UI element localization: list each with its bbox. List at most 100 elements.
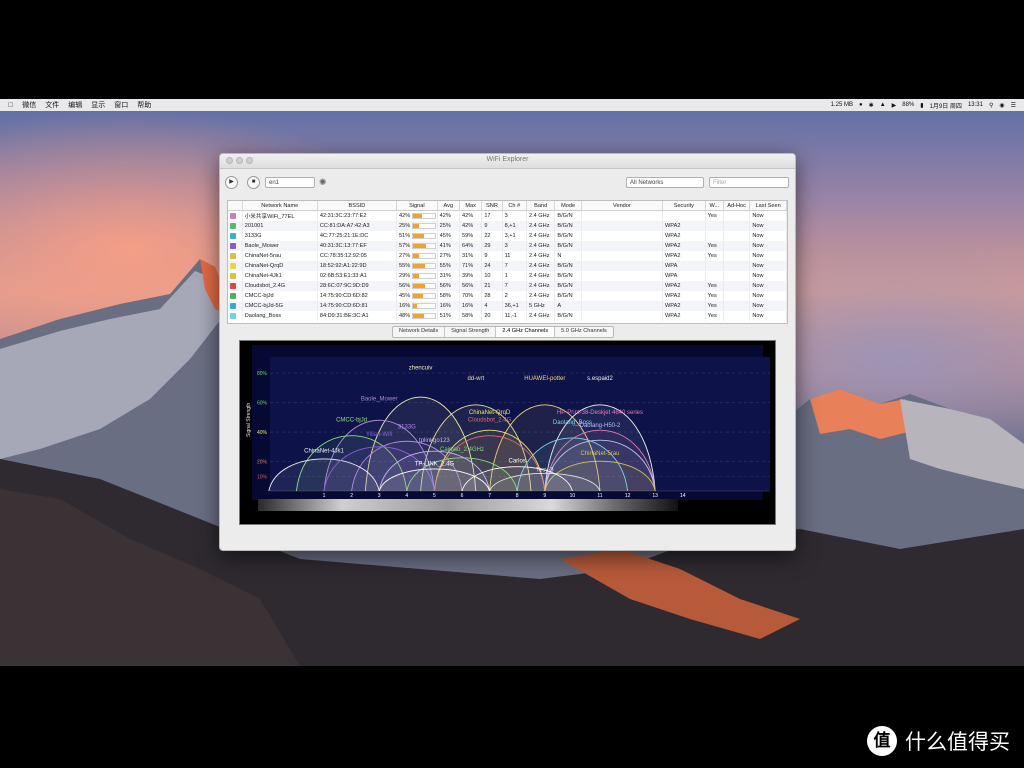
y-tick-label: 10%	[257, 474, 268, 480]
row-checkbox[interactable]	[228, 291, 243, 301]
menu-wechat[interactable]: 微信	[22, 100, 36, 110]
col-header-last-seen[interactable]: Last Seen	[749, 201, 787, 211]
checkbox-color-icon[interactable]	[230, 282, 236, 289]
menu-date[interactable]: 1月9日 周四	[930, 101, 962, 110]
cell-name: ChinaNet-5rau	[242, 251, 318, 261]
checkbox-color-icon[interactable]	[230, 302, 236, 309]
checkbox-color-icon[interactable]	[230, 222, 236, 229]
cell-mode: B/G/N	[554, 231, 582, 241]
wifi-icon[interactable]: ▲	[880, 102, 886, 108]
search-field[interactable]: Filter	[709, 177, 789, 188]
col-header-check[interactable]	[228, 201, 243, 211]
cell-adhoc	[723, 291, 751, 301]
col-header-adhoc[interactable]: Ad-Hoc	[723, 201, 751, 211]
col-header-snr[interactable]: SNR	[481, 201, 503, 211]
col-header-mode[interactable]: Mode	[554, 201, 582, 211]
checkbox-color-icon[interactable]	[230, 262, 236, 269]
row-checkbox[interactable]	[228, 271, 243, 281]
wechat-status-icon[interactable]: ●	[859, 102, 863, 108]
cell-max: 71%	[459, 261, 483, 271]
table-row[interactable]: CMCC-bjJd-5G 14:75:90:CD:6D:81 16% 16% 16% 4 3…	[228, 301, 787, 311]
row-checkbox[interactable]	[228, 221, 243, 231]
row-checkbox[interactable]	[228, 231, 243, 241]
menu-edit[interactable]: 编辑	[68, 100, 82, 110]
cell-max: 56%	[459, 281, 483, 291]
signal-percent: 57%	[399, 243, 411, 250]
tab-network-details[interactable]: Network Details	[393, 327, 446, 337]
table-row[interactable]: 201001 CC:81:DA:A7:42:A3 25% 25% 42% 9 8,+1 2.4…	[228, 221, 787, 231]
checkbox-color-icon[interactable]	[230, 252, 236, 259]
cell-avg: 31%	[437, 271, 460, 281]
cell-mode: B/G/N	[554, 261, 582, 271]
row-checkbox[interactable]	[228, 261, 243, 271]
menu-window[interactable]: 窗口	[114, 100, 128, 110]
cell-signal: 57%	[396, 241, 438, 251]
row-checkbox[interactable]	[228, 251, 243, 261]
row-checkbox[interactable]	[228, 301, 243, 311]
cell-ch: 3,+1	[502, 231, 527, 241]
col-header-channel[interactable]: Ch #	[502, 201, 527, 211]
network-filter-select[interactable]: All Networks	[626, 177, 704, 188]
net-speed-indicator[interactable]: 1.25 MB	[831, 102, 853, 108]
menu-view[interactable]: 显示	[91, 100, 105, 110]
col-header-signal[interactable]: Signal	[396, 201, 438, 211]
cell-bssid: 42:31:3C:23:77:E2	[317, 210, 398, 221]
row-checkbox[interactable]	[228, 281, 243, 291]
checkbox-color-icon[interactable]	[230, 312, 236, 319]
checkbox-color-icon[interactable]	[230, 292, 236, 299]
interface-select[interactable]: en1	[265, 177, 315, 188]
checkbox-color-icon[interactable]	[230, 232, 236, 239]
table-row[interactable]: 小米共享WiFi_77EL 42:31:3C:23:77:E2 42% 42% 42% 1…	[228, 210, 787, 221]
cell-name: ChinaNet-QrqD	[242, 261, 318, 271]
checkbox-color-icon[interactable]	[230, 272, 236, 279]
cell-band: 2.4 GHz	[526, 251, 556, 261]
col-header-w[interactable]: W...	[705, 201, 724, 211]
bluetooth-icon[interactable]: ✱	[869, 102, 874, 109]
row-checkbox[interactable]	[228, 311, 243, 321]
cell-snr: 22	[481, 231, 503, 241]
row-checkbox[interactable]	[228, 210, 243, 221]
volume-icon[interactable]: ▶	[892, 102, 897, 109]
checkbox-color-icon[interactable]	[230, 242, 236, 249]
col-header-network-name[interactable]: Network Name	[242, 201, 318, 211]
tab-5ghz-channels[interactable]: 5.0 GHz Channels	[555, 327, 613, 337]
cell-vendor	[581, 231, 664, 241]
table-row[interactable]: ChinaNet-QrqD 18:52:92:A1:22:9D 55% 55% 71% 2…	[228, 261, 787, 271]
table-row[interactable]: Baole_Mower 40:31:3C:13:77:EF 57% 41% 64% 29 3…	[228, 241, 787, 251]
table-row[interactable]: Daolang_Boss 84:D9:31:BE:3C:A1 48% 51% 58% 20…	[228, 311, 787, 321]
stop-scan-button[interactable]: ■	[247, 176, 260, 189]
tab-signal-strength[interactable]: Signal Strength	[445, 327, 497, 337]
battery-percent[interactable]: 88%	[902, 102, 914, 108]
notification-center-icon[interactable]: ☰	[1011, 102, 1016, 109]
play-scan-button[interactable]: ▶	[225, 176, 238, 189]
window-titlebar[interactable]: WiFi Explorer	[220, 154, 795, 169]
col-header-security[interactable]: Security	[662, 201, 706, 211]
x-tick-label: 5	[433, 493, 436, 499]
spotlight-icon[interactable]: ⚲	[989, 102, 993, 109]
siri-icon[interactable]: ◉	[999, 102, 1004, 109]
table-row[interactable]: ChinaNet-4Jk1 02:6B:53:E1:33:A1 29% 31% 39% 1…	[228, 271, 787, 281]
menu-help[interactable]: 帮助	[137, 100, 151, 110]
table-row[interactable]: Cloudsbot_2.4G 28:6C:07:9C:9D:D9 56% 56% 56%…	[228, 281, 787, 291]
tab-24ghz-channels[interactable]: 2.4 GHz Channels	[496, 327, 556, 337]
table-row[interactable]: CMCC-bjJd 14:75:90:CD:6D:82 45% 58% 70% 28 2 2.…	[228, 291, 787, 301]
cell-w: Yes	[705, 311, 724, 321]
row-checkbox[interactable]	[228, 241, 243, 251]
cell-last: Now	[749, 251, 787, 261]
col-header-avg[interactable]: Avg	[437, 201, 460, 211]
col-header-band[interactable]: Band	[526, 201, 556, 211]
col-header-vendor[interactable]: Vendor	[581, 201, 664, 211]
apple-menu-icon[interactable]: 	[8, 102, 13, 109]
table-row[interactable]: 3133G 4C:77:25:21:1E:DC 51% 45% 59% 22 3,+1 2.4…	[228, 231, 787, 241]
cell-max: 31%	[459, 251, 483, 261]
table-row[interactable]: ChinaNet-5rau CC:78:35:12:92:05 27% 27% 31% 9…	[228, 251, 787, 261]
col-header-max[interactable]: Max	[459, 201, 483, 211]
network-label: ChinaNet-QrqD	[469, 410, 511, 416]
cell-name: CMCC-bjJd-5G	[242, 301, 318, 311]
menu-time[interactable]: 13:31	[968, 102, 983, 108]
checkbox-color-icon[interactable]	[230, 212, 236, 219]
menu-file[interactable]: 文件	[45, 100, 59, 110]
battery-icon[interactable]: ▮	[920, 102, 923, 109]
col-header-bssid[interactable]: BSSID	[317, 201, 398, 211]
network-label: HUAWEI-potter	[524, 376, 565, 382]
